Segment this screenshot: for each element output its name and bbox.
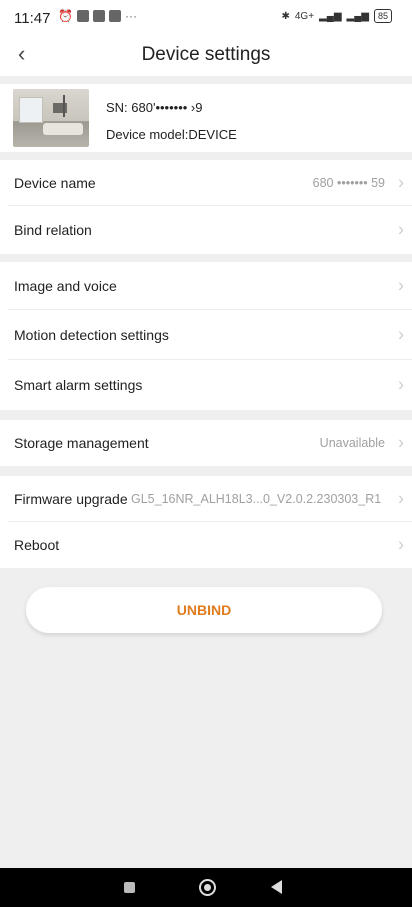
smart-alarm-row[interactable]: Smart alarm settings › <box>0 360 412 410</box>
storage-management-row[interactable]: Storage management Unavailable › <box>0 420 412 466</box>
home-icon[interactable] <box>199 879 216 896</box>
device-name-row[interactable]: Device name 680 ••••••• 59 › <box>0 160 412 206</box>
row-label: Bind relation <box>14 222 92 238</box>
row-label: Smart alarm settings <box>14 377 143 393</box>
signal-icon: ▂▄▆ <box>346 10 369 22</box>
notification-icons: ⏰ ··· <box>58 9 137 23</box>
bind-relation-row[interactable]: Bind relation › <box>0 206 412 254</box>
device-thumbnail <box>13 89 89 147</box>
battery-icon: 85 <box>373 9 392 23</box>
app-notification-icon <box>92 10 105 22</box>
chevron-right-icon: › <box>398 374 404 395</box>
row-label: Storage management <box>14 435 149 451</box>
app-notification-icon <box>108 10 121 22</box>
device-model: Device model:DEVICE <box>106 127 237 142</box>
chevron-right-icon: › <box>398 534 404 555</box>
image-and-voice-row[interactable]: Image and voice › <box>0 262 412 310</box>
alarm-icon: ⏰ <box>58 9 73 23</box>
app-notification-icon <box>76 10 89 22</box>
chevron-right-icon: › <box>398 324 404 345</box>
network-type: 4G+ <box>294 10 315 22</box>
chevron-right-icon: › <box>398 432 404 453</box>
reboot-row[interactable]: Reboot › <box>0 522 412 568</box>
row-value: Unavailable <box>319 436 385 450</box>
back-triangle-icon[interactable] <box>271 880 282 894</box>
page-title: Device settings <box>141 44 271 65</box>
chevron-right-icon: › <box>398 488 404 509</box>
row-value: GL5_16NR_ALH18L3...0_V2.0.2.230303_R1 <box>131 492 382 506</box>
row-label: Image and voice <box>14 278 117 294</box>
chevron-right-icon: › <box>398 219 404 240</box>
motion-detection-row[interactable]: Motion detection settings › <box>0 310 412 360</box>
bluetooth-icon: ✱ <box>281 10 290 22</box>
app-header: 11:47 ⏰ ··· ✱ 4G+ ▂▄▆ ▂▄▆ 85 ‹ Device se… <box>0 0 412 76</box>
signal-icon: ▂▄▆ <box>319 10 342 22</box>
chevron-right-icon: › <box>398 275 404 296</box>
row-label: Motion detection settings <box>14 327 169 343</box>
row-label: Device name <box>14 175 96 191</box>
status-time: 11:47 <box>14 10 51 27</box>
firmware-upgrade-row[interactable]: Firmware upgrade GL5_16NR_ALH18L3...0_V2… <box>0 476 412 522</box>
unbind-button[interactable]: UNBIND <box>26 587 382 633</box>
device-info-card: SN: 680'••••••• ›9 Device model:DEVICE <box>0 84 412 152</box>
system-navigation-bar <box>0 868 412 907</box>
serial-number: SN: 680'••••••• ›9 <box>106 100 203 115</box>
recent-apps-icon[interactable] <box>124 882 135 893</box>
row-label: Firmware upgrade <box>14 491 128 507</box>
chevron-right-icon: › <box>398 172 404 193</box>
system-indicators: ✱ 4G+ ▂▄▆ ▂▄▆ 85 <box>281 9 392 23</box>
status-bar: 11:47 ⏰ ··· ✱ 4G+ ▂▄▆ ▂▄▆ 85 <box>0 0 412 32</box>
row-label: Reboot <box>14 537 60 553</box>
more-notifications-icon: ··· <box>124 9 137 23</box>
row-value: 680 ••••••• 59 <box>312 176 385 190</box>
